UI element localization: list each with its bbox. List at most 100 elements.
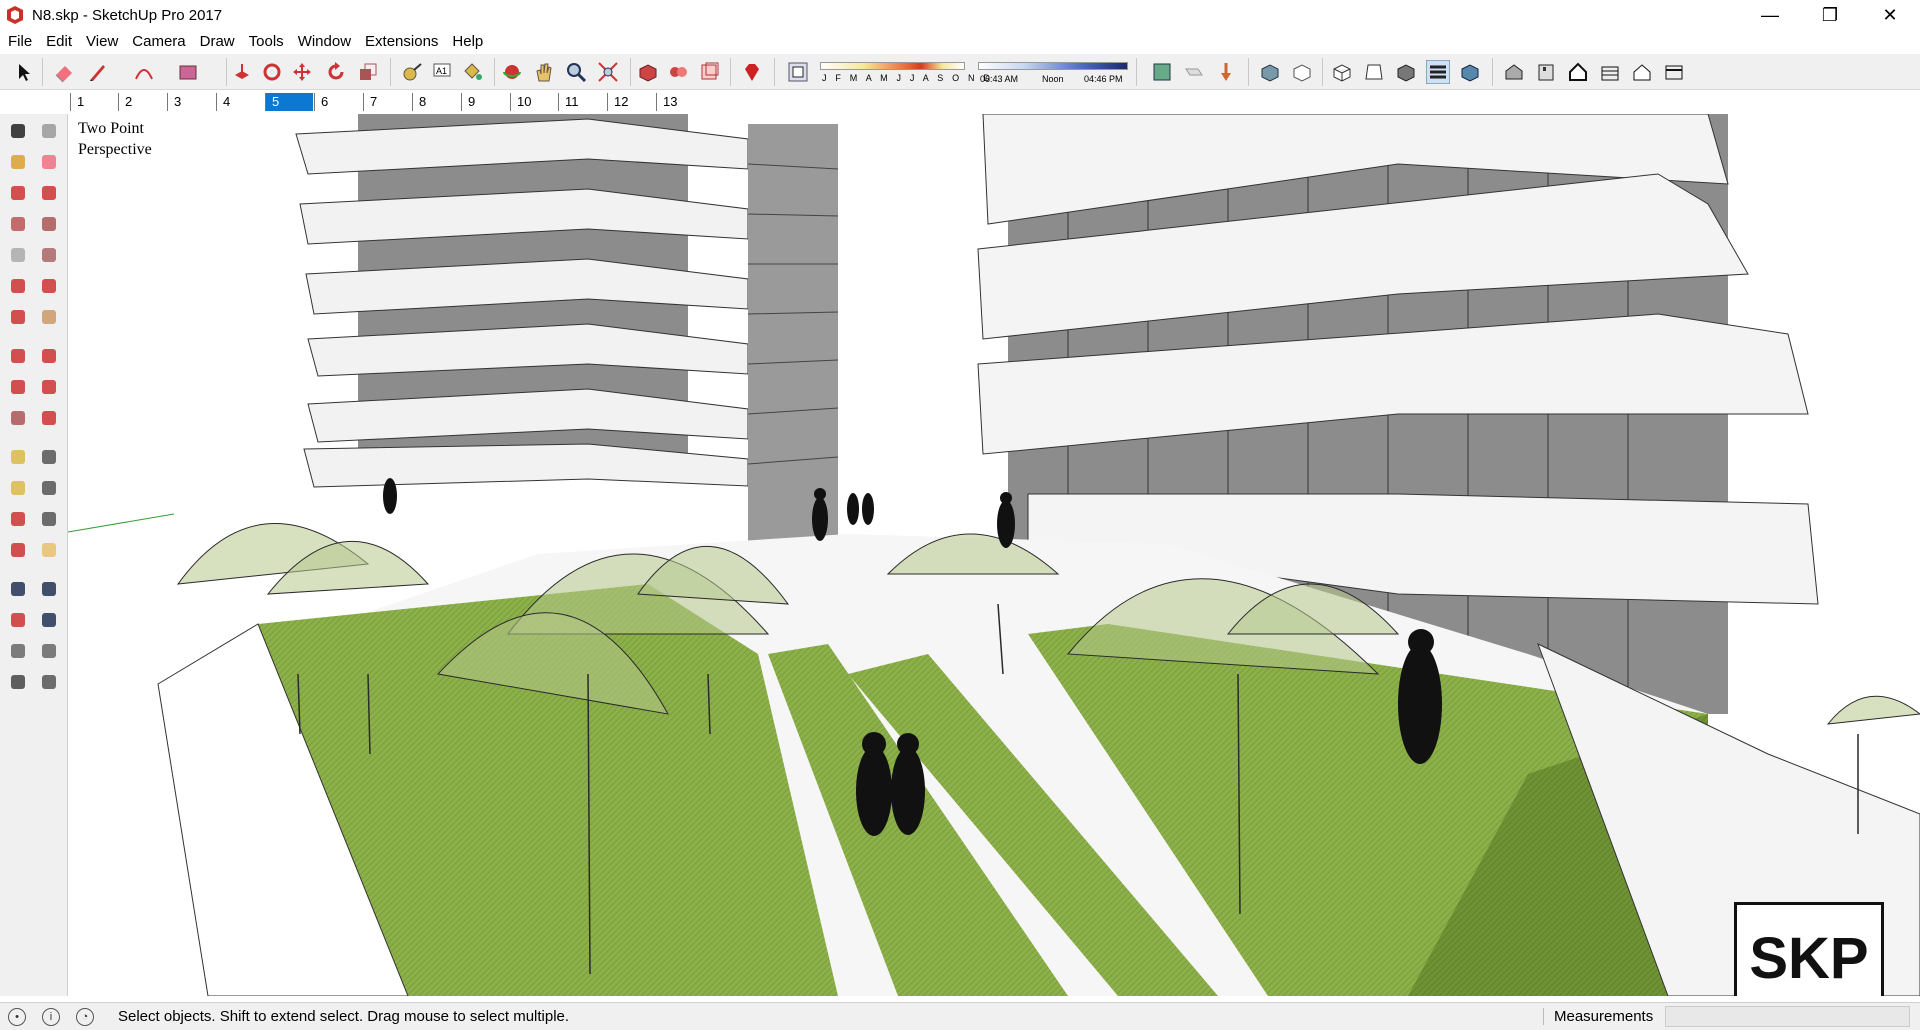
- wireframe-icon[interactable]: [1290, 60, 1314, 84]
- close-button[interactable]: ✕: [1860, 0, 1920, 30]
- pencil-icon[interactable]: [86, 60, 110, 84]
- soften-edges-icon[interactable]: [1150, 60, 1174, 84]
- dimension-icon[interactable]: [36, 444, 62, 470]
- menu-tools[interactable]: Tools: [242, 30, 291, 54]
- text-icon[interactable]: [36, 475, 62, 501]
- arc-icon[interactable]: [5, 273, 31, 299]
- circle-icon[interactable]: [5, 242, 31, 268]
- top-view-icon[interactable]: [1502, 60, 1526, 84]
- component-icon[interactable]: [36, 118, 62, 144]
- 3d-text-icon[interactable]: [36, 506, 62, 532]
- menu-file[interactable]: File: [1, 30, 39, 54]
- bottom-view-icon[interactable]: [1662, 60, 1686, 84]
- follow-me-icon[interactable]: [260, 60, 284, 84]
- shaded-icon[interactable]: [1362, 60, 1386, 84]
- follow-me-icon[interactable]: [36, 374, 62, 400]
- orbit-icon[interactable]: [500, 60, 524, 84]
- shadow-date-slider[interactable]: J F M A M J J A S O N D: [820, 60, 990, 84]
- front-view-icon[interactable]: [1534, 60, 1558, 84]
- tape-icon[interactable]: [5, 444, 31, 470]
- arc-icon[interactable]: [132, 60, 156, 84]
- rotate-icon[interactable]: [324, 60, 348, 84]
- layout-icon[interactable]: [698, 60, 722, 84]
- pan-icon[interactable]: [36, 537, 62, 563]
- rectangle-icon[interactable]: [5, 211, 31, 237]
- section-icon[interactable]: [1214, 60, 1238, 84]
- shadows-icon[interactable]: [786, 60, 810, 84]
- hidden-line-icon[interactable]: [1330, 60, 1354, 84]
- position-camera-icon[interactable]: [5, 638, 31, 664]
- text-icon[interactable]: A1: [430, 60, 454, 84]
- previous-icon[interactable]: [36, 607, 62, 633]
- scene-tab-13[interactable]: 13: [656, 93, 704, 111]
- scene-tab-11[interactable]: 11: [558, 93, 606, 111]
- menu-camera[interactable]: Camera: [125, 30, 192, 54]
- zoom-extents-icon[interactable]: [596, 60, 620, 84]
- maximize-button[interactable]: ❐: [1800, 0, 1860, 30]
- paint-bucket-icon[interactable]: [460, 60, 484, 84]
- eraser-icon[interactable]: [36, 149, 62, 175]
- tape-measure-icon[interactable]: [400, 60, 424, 84]
- protractor-icon[interactable]: [5, 475, 31, 501]
- user-account-icon[interactable]: ◔: [76, 1008, 94, 1026]
- scene-tab-4[interactable]: 4: [216, 93, 264, 111]
- menu-extensions[interactable]: Extensions: [358, 30, 445, 54]
- model-viewport[interactable]: Two Point Perspective SKP: [68, 114, 1920, 996]
- paint-icon[interactable]: [5, 149, 31, 175]
- eraser-icon[interactable]: [52, 60, 76, 84]
- extension-warehouse-icon[interactable]: [666, 60, 690, 84]
- 3d-warehouse-icon[interactable]: [636, 60, 660, 84]
- iso-view-icon[interactable]: [1458, 60, 1482, 84]
- back-view-icon[interactable]: [1598, 60, 1622, 84]
- zoom-icon[interactable]: [564, 60, 588, 84]
- measurements-input[interactable]: [1665, 1006, 1910, 1027]
- menu-view[interactable]: View: [79, 30, 125, 54]
- shadow-time-slider[interactable]: 06:43 AM Noon 04:46 PM: [978, 60, 1128, 84]
- scale-icon[interactable]: [356, 60, 380, 84]
- orbit-icon[interactable]: [5, 537, 31, 563]
- walk-icon[interactable]: [5, 669, 31, 695]
- line-icon[interactable]: [5, 180, 31, 206]
- scene-tab-7[interactable]: 7: [363, 93, 411, 111]
- right-view-icon[interactable]: [1566, 60, 1590, 84]
- geolocation-icon[interactable]: •: [8, 1008, 26, 1026]
- section-plane-icon[interactable]: [36, 669, 62, 695]
- menu-edit[interactable]: Edit: [39, 30, 79, 54]
- rectangle-icon[interactable]: [176, 60, 200, 84]
- scene-tab-9[interactable]: 9: [461, 93, 509, 111]
- monochrome-icon[interactable]: [1426, 60, 1450, 84]
- menu-window[interactable]: Window: [291, 30, 358, 54]
- scene-tab-6[interactable]: 6: [314, 93, 362, 111]
- move-icon[interactable]: [5, 343, 31, 369]
- zoom-window-icon[interactable]: [36, 576, 62, 602]
- scene-tab-10[interactable]: 10: [510, 93, 558, 111]
- ruby-icon[interactable]: [740, 60, 764, 84]
- minimize-button[interactable]: —: [1740, 0, 1800, 30]
- scene-tab-8[interactable]: 8: [412, 93, 460, 111]
- scene-tab-12[interactable]: 12: [607, 93, 655, 111]
- menu-help[interactable]: Help: [445, 30, 490, 54]
- push-pull-icon[interactable]: [230, 60, 254, 84]
- xray-icon[interactable]: [1258, 60, 1282, 84]
- scene-tab-5[interactable]: 5: [265, 93, 313, 111]
- scene-tab-2[interactable]: 2: [118, 93, 166, 111]
- zoom-extents-icon[interactable]: [5, 607, 31, 633]
- look-around-icon[interactable]: [36, 638, 62, 664]
- freehand-icon[interactable]: [36, 180, 62, 206]
- select-icon[interactable]: [5, 118, 31, 144]
- polygon-icon[interactable]: [36, 242, 62, 268]
- credits-icon[interactable]: i: [42, 1008, 60, 1026]
- pie-icon[interactable]: [36, 304, 62, 330]
- left-view-icon[interactable]: [1630, 60, 1654, 84]
- scale-icon[interactable]: [5, 405, 31, 431]
- zoom-icon[interactable]: [5, 576, 31, 602]
- menu-draw[interactable]: Draw: [193, 30, 242, 54]
- scene-tab-1[interactable]: 1: [70, 93, 118, 111]
- axes-icon[interactable]: [5, 506, 31, 532]
- textured-icon[interactable]: [1394, 60, 1418, 84]
- 2pt-arc-icon[interactable]: [36, 273, 62, 299]
- rotate-icon[interactable]: [5, 374, 31, 400]
- fog-icon[interactable]: [1182, 60, 1206, 84]
- rotated-rect-icon[interactable]: [36, 211, 62, 237]
- offset-icon[interactable]: [36, 405, 62, 431]
